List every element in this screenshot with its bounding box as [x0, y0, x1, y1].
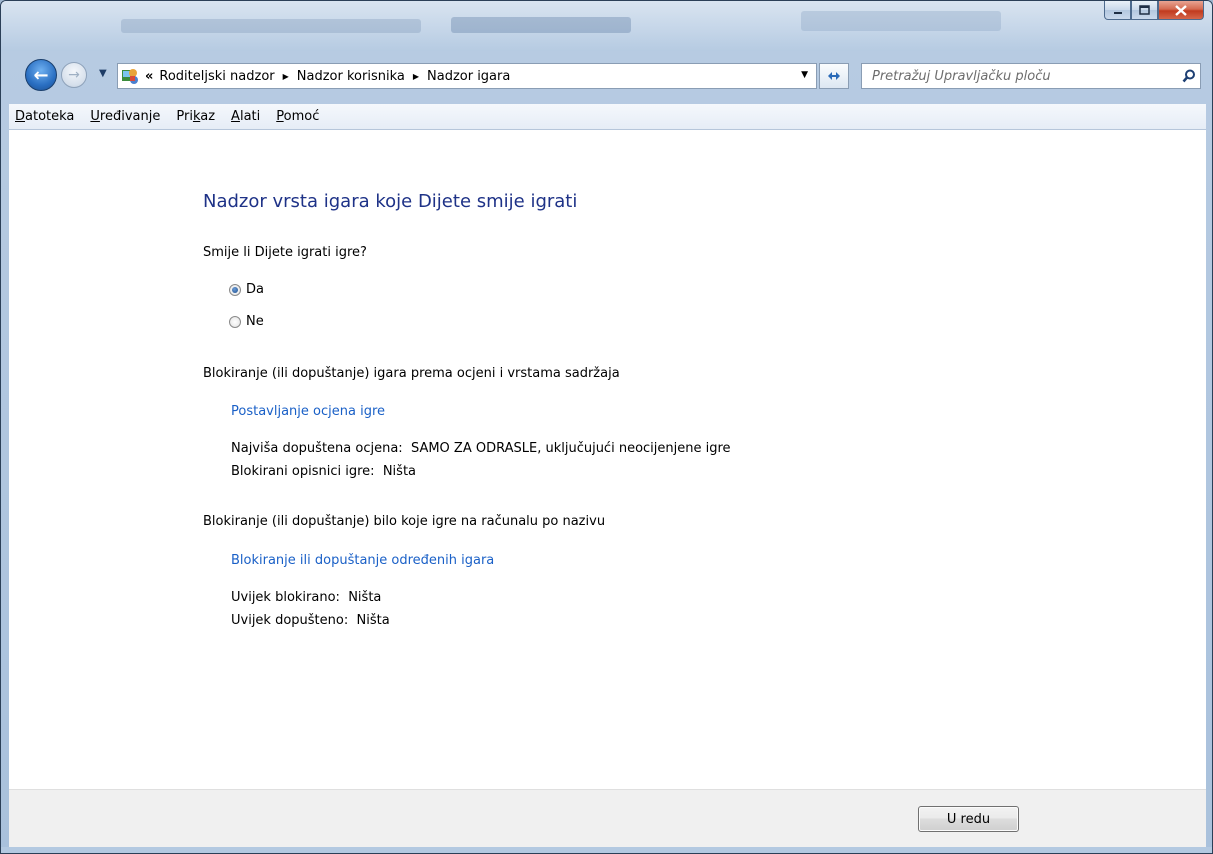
control-panel-icon	[121, 67, 139, 85]
control-panel-window: ← → ▼ « Roditeljski nadzor ▶ Nadzor kori…	[0, 0, 1213, 854]
breadcrumb: Roditeljski nadzor ▶ Nadzor korisnika ▶ …	[159, 69, 510, 84]
breadcrumb-separator-icon[interactable]: ▶	[283, 72, 289, 81]
always-allowed-info: Uvijek dopušteno: Ništa	[231, 613, 390, 628]
caption-buttons	[1104, 1, 1204, 20]
breadcrumb-item-nadzor-igara[interactable]: Nadzor igara	[427, 69, 510, 84]
blocked-descriptors-info: Blokirani opisnici igre: Ništa	[231, 464, 416, 479]
maximize-button[interactable]	[1131, 1, 1158, 20]
address-bar[interactable]: « Roditeljski nadzor ▶ Nadzor korisnika …	[117, 63, 817, 89]
radio-button-da[interactable]	[229, 283, 241, 296]
recent-pages-button[interactable]: ▼	[99, 68, 107, 79]
search-box	[861, 63, 1201, 89]
breadcrumb-item-nadzor-korisnika[interactable]: Nadzor korisnika	[297, 69, 405, 84]
radio-label-ne[interactable]: Ne	[246, 314, 264, 329]
always-blocked-label: Uvijek blokirano:	[231, 590, 340, 605]
block-specific-games-link[interactable]: Blokiranje ili dopuštanje određenih igar…	[231, 553, 494, 568]
menu-label-key: P	[276, 109, 284, 124]
back-arrow-icon: ←	[33, 64, 49, 86]
chevron-down-icon: ▼	[99, 68, 107, 79]
menu-label-post: az	[200, 109, 216, 124]
breadcrumb-separator-icon[interactable]: ▶	[413, 72, 419, 81]
content-area: Nadzor vrsta igara koje Dijete smije igr…	[9, 130, 1206, 789]
close-icon	[1175, 4, 1187, 16]
forward-arrow-icon: →	[68, 67, 80, 83]
menu-label-post: ređivanje	[99, 109, 161, 124]
ok-button[interactable]: U redu	[918, 806, 1019, 832]
navigation-bar: ← → ▼ « Roditeljski nadzor ▶ Nadzor kori…	[1, 59, 1212, 91]
menu-item-uredivanje[interactable]: Uređivanje	[82, 109, 168, 124]
name-section-title: Blokiranje (ili dopuštanje) bilo koje ig…	[203, 514, 606, 529]
rating-section-title: Blokiranje (ili dopuštanje) igara prema …	[203, 366, 620, 381]
menu-label-post: lati	[239, 109, 261, 124]
search-input[interactable]	[870, 67, 1178, 85]
radio-button-ne[interactable]	[229, 315, 241, 328]
max-rating-label: Najviša dopuštena ocjena:	[231, 441, 403, 456]
breadcrumb-overflow[interactable]: «	[145, 69, 153, 84]
page-title: Nadzor vrsta igara koje Dijete smije igr…	[203, 191, 578, 212]
max-rating-info: Najviša dopuštena ocjena: SAMO ZA ODRASL…	[231, 441, 731, 456]
radio-label-da[interactable]: Da	[246, 282, 264, 297]
minimize-icon	[1113, 12, 1122, 14]
radio-option-da[interactable]: Da	[229, 282, 264, 297]
allow-games-question: Smije li Dijete igrati igre?	[203, 245, 367, 260]
menu-item-alati[interactable]: Alati	[223, 109, 268, 124]
refresh-icon	[828, 72, 840, 80]
max-rating-value: SAMO ZA ODRASLE, uključujući neocijenjen…	[410, 441, 731, 456]
game-ratings-link[interactable]: Postavljanje ocjena igre	[231, 404, 385, 419]
menu-item-prikaz[interactable]: Prikaz	[168, 109, 223, 124]
window-frame-bottom	[1, 847, 1212, 853]
radio-option-ne[interactable]: Ne	[229, 314, 264, 329]
blocked-descriptors-value: Ništa	[382, 464, 417, 479]
menu-label-key: D	[15, 109, 26, 124]
menu-item-datoteka[interactable]: Datoteka	[9, 109, 82, 124]
minimize-button[interactable]	[1104, 1, 1131, 20]
forward-button[interactable]: →	[61, 62, 87, 88]
always-allowed-label: Uvijek dopušteno:	[231, 613, 349, 628]
address-dropdown-icon[interactable]: ▼	[801, 70, 808, 80]
title-bar[interactable]	[1, 1, 1212, 51]
menu-label-pre: Pri	[176, 109, 193, 124]
search-button[interactable]	[1178, 69, 1200, 83]
menu-label-post: atoteka	[25, 109, 75, 124]
back-button[interactable]: ←	[25, 59, 57, 91]
always-blocked-info: Uvijek blokirano: Ništa	[231, 590, 381, 605]
always-allowed-value: Ništa	[356, 613, 390, 628]
breadcrumb-item-roditeljski-nadzor[interactable]: Roditeljski nadzor	[159, 69, 274, 84]
close-button[interactable]	[1158, 1, 1204, 20]
refresh-button[interactable]	[819, 63, 849, 89]
menu-label-key: U	[90, 109, 100, 124]
footer-bar: U redu	[9, 789, 1206, 847]
maximize-icon	[1139, 5, 1150, 15]
menu-item-pomoc[interactable]: Pomoć	[268, 109, 327, 124]
menu-label-post: omoć	[283, 109, 320, 124]
blocked-descriptors-label: Blokirani opisnici igre:	[231, 464, 375, 479]
menu-bar: Datoteka Uređivanje Prikaz Alati Pomoć	[9, 104, 1206, 130]
always-blocked-value: Ništa	[348, 590, 382, 605]
search-icon	[1182, 69, 1195, 83]
menu-label-key: A	[231, 109, 240, 124]
